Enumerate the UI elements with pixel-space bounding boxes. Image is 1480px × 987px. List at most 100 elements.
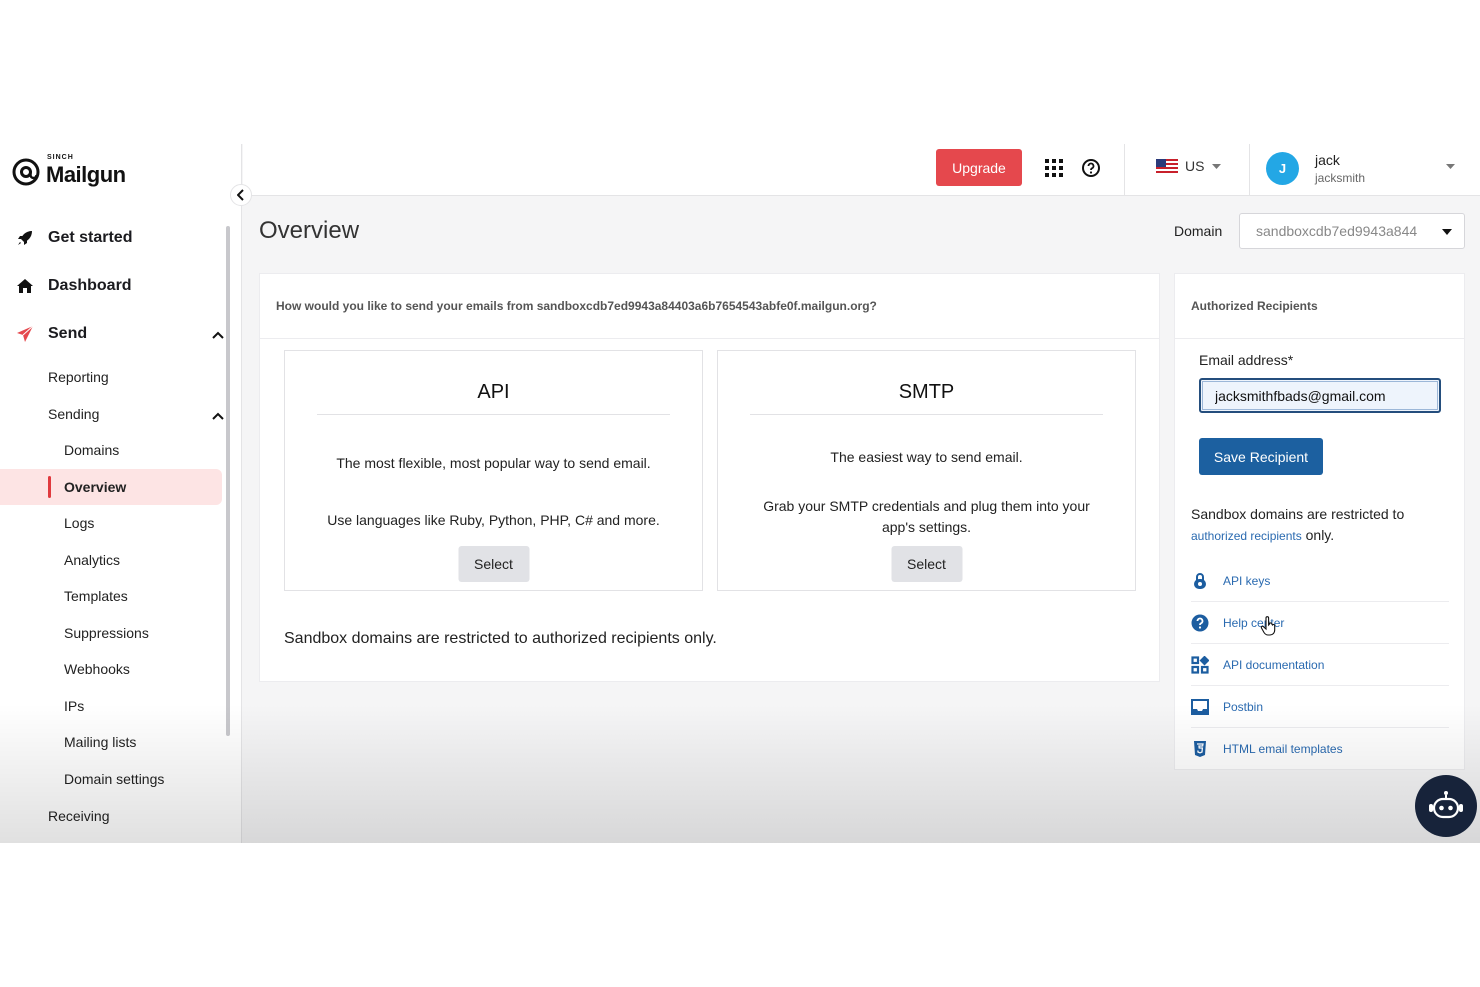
inbox-icon [1191,698,1209,716]
sidebar-nav: Get started Dashboard Send Reporting Sen… [0,214,232,834]
help-circle-icon [1191,614,1209,632]
collapse-sidebar-button[interactable] [230,184,252,206]
apps-grid-icon[interactable] [1045,159,1063,182]
authorized-recipients-link[interactable]: authorized recipients [1191,529,1302,543]
mailgun-logo-icon [12,158,40,186]
sidebar-scrollbar[interactable] [226,226,230,736]
divider [260,338,1159,339]
sidebar-item-send[interactable]: Send [0,310,232,358]
sidebar-item-logs[interactable]: Logs [0,505,232,542]
select-api-button[interactable]: Select [458,546,529,582]
app-window: SINCH Mailgun Get started Dashboard Send… [0,144,1480,843]
rocket-icon [14,228,36,248]
sidebar-item-dashboard[interactable]: Dashboard [0,262,232,310]
sidebar-item-label: Dashboard [48,277,132,294]
sidebar-item-suppressions[interactable]: Suppressions [0,615,232,652]
chevron-up-icon[interactable] [212,326,224,344]
sidebar-item-analytics[interactable]: Analytics [0,542,232,579]
sidebar-item-webhooks[interactable]: Webhooks [0,651,232,688]
header-divider [1249,144,1250,196]
sidebar-item-overview[interactable]: Overview [0,468,222,505]
sidebar-item-mailing-lists[interactable]: Mailing lists [0,724,232,761]
sidebar-item-reporting[interactable]: Reporting [0,358,232,395]
send-method-question: How would you like to send your emails f… [276,299,877,313]
email-field[interactable] [1199,378,1441,413]
domain-select[interactable]: sandboxcdb7ed9943a844 [1239,213,1465,249]
restriction-text: Sandbox domains are restricted to author… [1191,504,1451,547]
lock-icon [1191,572,1209,590]
email-field-label: Email address* [1199,352,1294,368]
send-icon [14,324,36,344]
sidebar: SINCH Mailgun Get started Dashboard Send… [0,144,242,843]
sidebar-item-ips[interactable]: IPs [0,688,232,725]
select-smtp-button[interactable]: Select [891,546,962,582]
chevron-left-icon [237,189,244,201]
sidebar-item-get-started[interactable]: Get started [0,214,232,262]
region-selector[interactable]: US [1156,158,1222,174]
sidebar-item-label: Overview [64,478,127,495]
sidebar-item-label: Analytics [64,551,121,568]
restriction-suffix: only. [1305,527,1335,543]
sidebar-item-label: Suppressions [64,624,149,641]
sidebar-item-label: Send [48,325,88,342]
sandbox-note: Sandbox domains are restricted to author… [284,630,717,647]
card-title: Authorized Recipients [1191,299,1318,313]
home-icon [14,276,36,296]
sidebar-item-domains[interactable]: Domains [0,432,232,469]
user-menu[interactable]: J jack jacksmith [1266,150,1466,190]
option-description: Grab your SMTP credentials and plug them… [763,498,1090,535]
link-label[interactable]: API documentation [1223,658,1324,672]
sidebar-item-label: Reporting [48,368,109,385]
page-title: Overview [259,217,360,244]
chatbot-button[interactable] [1415,775,1477,837]
option-description: Use languages like Ruby, Python, PHP, C#… [327,512,660,528]
save-recipient-button[interactable]: Save Recipient [1199,438,1323,475]
mailgun-logo[interactable]: SINCH Mailgun [12,154,126,188]
resource-links: API keys Help center API documentation P… [1191,560,1449,770]
chevron-up-icon[interactable] [212,407,224,423]
caret-down-icon [1212,163,1222,169]
domain-label: Domain [1174,223,1223,239]
sidebar-item-label: Get started [48,229,133,246]
link-row-help-center[interactable]: Help center [1191,602,1449,644]
link-label[interactable]: API keys [1223,574,1270,588]
robot-icon [1429,791,1463,819]
brand-name: Mailgun [46,162,126,187]
sidebar-item-domain-settings[interactable]: Domain settings [0,761,232,798]
api-option-card: API The most flexible, most popular way … [284,350,703,591]
sidebar-item-label: Receiving [48,807,110,824]
divider [1175,338,1464,339]
sidebar-item-receiving[interactable]: Receiving [0,797,232,834]
send-method-card: How would you like to send your emails f… [259,273,1160,682]
option-title: SMTP [750,381,1103,415]
upgrade-button[interactable]: Upgrade [936,149,1022,186]
hand-cursor-icon [1260,616,1278,641]
domain-select-value: sandboxcdb7ed9943a844 [1256,223,1418,239]
sidebar-item-sending[interactable]: Sending [0,395,232,432]
avatar: J [1266,152,1299,185]
link-row-api-documentation[interactable]: API documentation [1191,644,1449,686]
top-header: Upgrade US J jack jacksmith [243,144,1480,196]
sidebar-item-label: Templates [64,588,128,605]
smtp-option-card: SMTP The easiest way to send email. Grab… [717,350,1136,591]
sidebar-item-label: IPs [64,697,85,714]
link-label[interactable]: HTML email templates [1223,742,1343,756]
option-title: API [317,381,670,415]
link-row-html-email-templates[interactable]: HTML email templates [1191,728,1449,770]
option-description: The most flexible, most popular way to s… [336,455,651,471]
header-divider [1124,144,1125,196]
sidebar-item-label: Sending [48,405,100,422]
grid-blocks-icon [1191,655,1209,674]
link-row-postbin[interactable]: Postbin [1191,686,1449,728]
user-name: jack [1315,152,1340,168]
caret-down-icon [1442,229,1452,235]
us-flag-icon [1156,158,1178,174]
sidebar-item-templates[interactable]: Templates [0,578,232,615]
link-row-api-keys[interactable]: API keys [1191,560,1449,602]
option-description: The easiest way to send email. [830,449,1023,465]
sidebar-item-label: Mailing lists [64,734,137,751]
help-circle-icon[interactable] [1081,158,1101,183]
link-label[interactable]: Postbin [1223,700,1263,714]
restriction-prefix: Sandbox domains are restricted to [1191,506,1405,522]
sinch-label: SINCH [47,154,74,161]
